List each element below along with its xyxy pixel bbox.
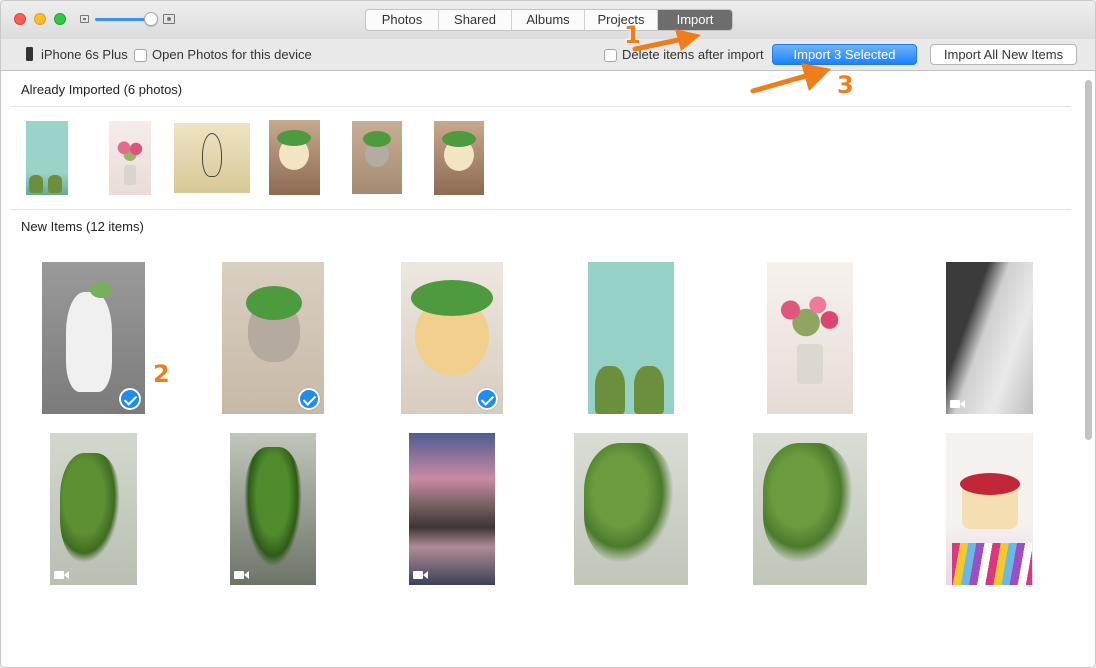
new-photo-roses[interactable] bbox=[767, 262, 853, 414]
minimize-button[interactable] bbox=[34, 13, 46, 25]
annotation-number-3: 3 bbox=[837, 71, 854, 99]
new-video-document[interactable] bbox=[946, 262, 1033, 414]
new-photo-dog-frog-hat[interactable] bbox=[401, 262, 503, 414]
video-icon bbox=[54, 571, 69, 579]
title-bar: Photos Shared Albums Projects Import bbox=[1, 1, 1095, 39]
import-all-button[interactable]: Import All New Items bbox=[930, 44, 1077, 65]
large-thumbnail-icon bbox=[163, 14, 175, 24]
new-photo-cheesecake[interactable] bbox=[946, 433, 1033, 585]
slider-fill bbox=[95, 18, 150, 21]
video-icon bbox=[950, 400, 965, 408]
selected-checkmark-icon[interactable] bbox=[298, 388, 320, 410]
video-icon bbox=[413, 571, 428, 579]
iphone-icon bbox=[26, 47, 33, 61]
slider-knob[interactable] bbox=[144, 12, 158, 26]
imported-photo-sketch[interactable] bbox=[174, 123, 250, 193]
open-photos-checkbox[interactable] bbox=[134, 49, 147, 62]
tab-photos[interactable]: Photos bbox=[366, 10, 439, 30]
annotation-number-1: 1 bbox=[624, 21, 641, 49]
new-photo-plant-2[interactable] bbox=[753, 433, 867, 585]
new-video-mountain-lake[interactable] bbox=[409, 433, 495, 585]
imported-photo-dog-2[interactable] bbox=[434, 121, 484, 195]
new-photo-cat-frog-hat[interactable] bbox=[222, 262, 324, 414]
new-items-heading: New Items (12 items) bbox=[21, 219, 144, 234]
small-thumbnail-icon bbox=[80, 15, 89, 23]
photos-window: Photos Shared Albums Projects Import iPh… bbox=[0, 0, 1096, 668]
new-photo-plant[interactable] bbox=[574, 433, 688, 585]
divider bbox=[11, 106, 1071, 107]
annotation-arrow-3 bbox=[750, 63, 831, 94]
open-photos-label[interactable]: Open Photos for this device bbox=[152, 47, 312, 62]
selected-checkmark-icon[interactable] bbox=[476, 388, 498, 410]
close-button[interactable] bbox=[14, 13, 26, 25]
annotation-number-2: 2 bbox=[153, 360, 170, 388]
already-imported-heading: Already Imported (6 photos) bbox=[21, 82, 183, 97]
new-video-plant-2[interactable] bbox=[230, 433, 316, 585]
imported-photo-cat[interactable] bbox=[352, 121, 402, 194]
annotation-arrow-1 bbox=[632, 29, 701, 52]
new-photo-cat-white[interactable] bbox=[42, 262, 145, 414]
video-icon bbox=[234, 571, 249, 579]
device-name: iPhone 6s Plus bbox=[41, 47, 128, 62]
delete-after-import-checkbox[interactable] bbox=[604, 49, 617, 62]
imported-photo-dog[interactable] bbox=[269, 120, 320, 195]
new-photo-frogs-teal[interactable] bbox=[588, 262, 674, 414]
vertical-scrollbar[interactable] bbox=[1085, 80, 1092, 440]
new-video-plant[interactable] bbox=[50, 433, 137, 585]
imported-photo-frogs[interactable] bbox=[26, 121, 68, 195]
selected-checkmark-icon[interactable] bbox=[119, 388, 141, 410]
import-toolbar: iPhone 6s Plus Open Photos for this devi… bbox=[1, 39, 1095, 71]
tab-shared[interactable]: Shared bbox=[439, 10, 512, 30]
zoom-button[interactable] bbox=[54, 13, 66, 25]
tab-albums[interactable]: Albums bbox=[512, 10, 585, 30]
imported-photo-flowers[interactable] bbox=[109, 121, 151, 195]
divider bbox=[11, 209, 1071, 210]
